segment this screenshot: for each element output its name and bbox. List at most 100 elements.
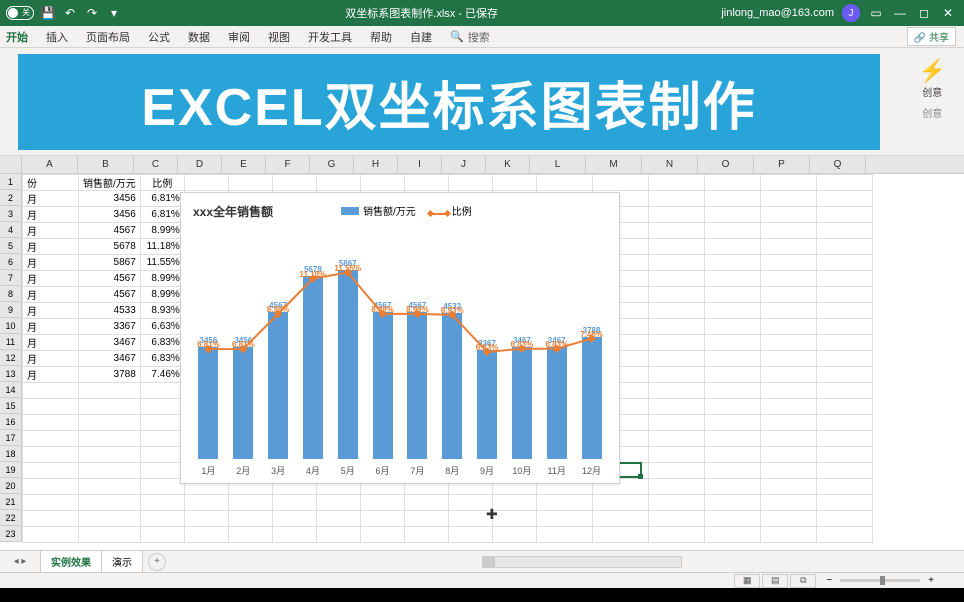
tab-layout[interactable]: 页面布局	[86, 29, 130, 45]
legend-swatch-bar	[341, 207, 359, 215]
chart-legend: 销售额/万元 比例	[341, 203, 472, 218]
col-header[interactable]: Q	[810, 156, 866, 173]
chart-plot-area: 3456345645675678586745674567453333673467…	[191, 233, 609, 459]
sheet-tab[interactable]: 演示	[101, 550, 143, 573]
cell-cursor-icon: ✚	[486, 506, 498, 523]
row-header[interactable]: 17	[0, 430, 22, 446]
col-header[interactable]: O	[698, 156, 754, 173]
tab-help[interactable]: 帮助	[370, 29, 392, 45]
ribbon-display-icon[interactable]: ▭	[868, 5, 884, 21]
view-layout-icon[interactable]: ▤	[762, 574, 788, 588]
sheet-nav[interactable]: ◂ ▸	[0, 556, 40, 567]
row-header[interactable]: 22	[0, 510, 22, 526]
row-header[interactable]: 10	[0, 318, 22, 334]
bolt-icon: ⚡	[919, 58, 946, 84]
sheet-tab-bar: ◂ ▸ 实例效果 演示 +	[0, 550, 964, 572]
chart-bar: 4533	[435, 233, 470, 459]
user-email[interactable]: jinlong_mao@163.com	[721, 7, 834, 19]
sheet-tab[interactable]: 实例效果	[40, 550, 102, 574]
col-header[interactable]: E	[222, 156, 266, 173]
tab-data[interactable]: 数据	[188, 29, 210, 45]
row-header[interactable]: 18	[0, 446, 22, 462]
row-header[interactable]: 20	[0, 478, 22, 494]
row-header[interactable]: 14	[0, 382, 22, 398]
user-avatar[interactable]: J	[842, 4, 860, 22]
row-header[interactable]: 5	[0, 238, 22, 254]
undo-icon[interactable]: ↶	[62, 5, 78, 21]
redo-icon[interactable]: ↷	[84, 5, 100, 21]
tab-insert[interactable]: 插入	[46, 29, 68, 45]
autosave-toggle[interactable]	[6, 6, 34, 20]
worksheet-grid[interactable]: 1234567891011121314151617181920212223 份销…	[0, 174, 964, 544]
tab-custom[interactable]: 自建	[410, 29, 432, 45]
col-header[interactable]: H	[354, 156, 398, 173]
black-bar	[0, 588, 964, 602]
col-header[interactable]: L	[530, 156, 586, 173]
row-header[interactable]: 21	[0, 494, 22, 510]
tab-home[interactable]: 开始	[6, 29, 28, 45]
row-header[interactable]: 19	[0, 462, 22, 478]
view-normal-icon[interactable]: ▦	[734, 574, 760, 588]
col-header[interactable]: F	[266, 156, 310, 173]
col-header[interactable]: D	[178, 156, 222, 173]
chart-bar: 4567	[261, 233, 296, 459]
qat-dropdown-icon[interactable]: ▾	[106, 5, 122, 21]
tab-view[interactable]: 视图	[268, 29, 290, 45]
chart-object[interactable]: xxx全年销售额 销售额/万元 比例 345634564567567858674…	[180, 192, 620, 484]
col-header[interactable]: A	[22, 156, 78, 173]
tab-formulas[interactable]: 公式	[148, 29, 170, 45]
zoom-in[interactable]: +	[928, 575, 934, 586]
banner-overlay: EXCEL双坐标系图表制作	[18, 54, 880, 150]
legend-swatch-line	[430, 213, 448, 215]
row-header[interactable]: 12	[0, 350, 22, 366]
row-header[interactable]: 11	[0, 334, 22, 350]
view-break-icon[interactable]: ⧉	[790, 574, 816, 588]
banner-text: EXCEL双坐标系图表制作	[141, 65, 756, 140]
zoom-slider[interactable]	[840, 579, 920, 582]
chart-x-axis: 1月2月3月4月5月6月7月8月9月10月11月12月	[191, 464, 609, 477]
close-icon[interactable]: ✕	[940, 5, 956, 21]
row-headers: 1234567891011121314151617181920212223	[0, 174, 22, 542]
col-header[interactable]: G	[310, 156, 354, 173]
col-header[interactable]: N	[642, 156, 698, 173]
chart-bar: 5678	[295, 233, 330, 459]
ideas-button[interactable]: ⚡ 创意 创意	[919, 58, 946, 120]
row-header[interactable]: 2	[0, 190, 22, 206]
row-header[interactable]: 13	[0, 366, 22, 382]
col-header[interactable]: C	[134, 156, 178, 173]
col-header[interactable]: B	[78, 156, 134, 173]
row-header[interactable]: 7	[0, 270, 22, 286]
add-sheet-button[interactable]: +	[148, 553, 166, 571]
row-header[interactable]: 3	[0, 206, 22, 222]
horizontal-scrollbar[interactable]	[482, 556, 682, 568]
chart-bar: 3788	[574, 233, 609, 459]
col-header[interactable]: J	[442, 156, 486, 173]
row-header[interactable]: 8	[0, 286, 22, 302]
select-all-corner[interactable]	[0, 156, 22, 173]
tab-review[interactable]: 审阅	[228, 29, 250, 45]
col-header[interactable]: M	[586, 156, 642, 173]
status-bar: ▦ ▤ ⧉ − +	[0, 572, 964, 588]
minimize-icon[interactable]: —	[892, 5, 908, 21]
col-header[interactable]: P	[754, 156, 810, 173]
row-header[interactable]: 6	[0, 254, 22, 270]
row-header[interactable]: 9	[0, 302, 22, 318]
save-icon[interactable]: 💾	[40, 5, 56, 21]
column-headers: ABCDEFGHIJKLMNOPQ	[0, 156, 964, 174]
row-header[interactable]: 23	[0, 526, 22, 542]
maximize-icon[interactable]: ◻	[916, 5, 932, 21]
row-header[interactable]: 1	[0, 174, 22, 190]
tab-dev[interactable]: 开发工具	[308, 29, 352, 45]
chart-bar: 4567	[365, 233, 400, 459]
search-icon: 🔍	[450, 30, 464, 43]
chart-bar: 4567	[400, 233, 435, 459]
row-header[interactable]: 16	[0, 414, 22, 430]
share-button[interactable]: 🔗 共享	[907, 27, 956, 46]
chart-title: xxx全年销售额	[193, 203, 273, 220]
zoom-out[interactable]: −	[826, 575, 832, 586]
row-header[interactable]: 4	[0, 222, 22, 238]
col-header[interactable]: I	[398, 156, 442, 173]
search-box[interactable]: 🔍搜索	[450, 29, 490, 45]
col-header[interactable]: K	[486, 156, 530, 173]
row-header[interactable]: 15	[0, 398, 22, 414]
